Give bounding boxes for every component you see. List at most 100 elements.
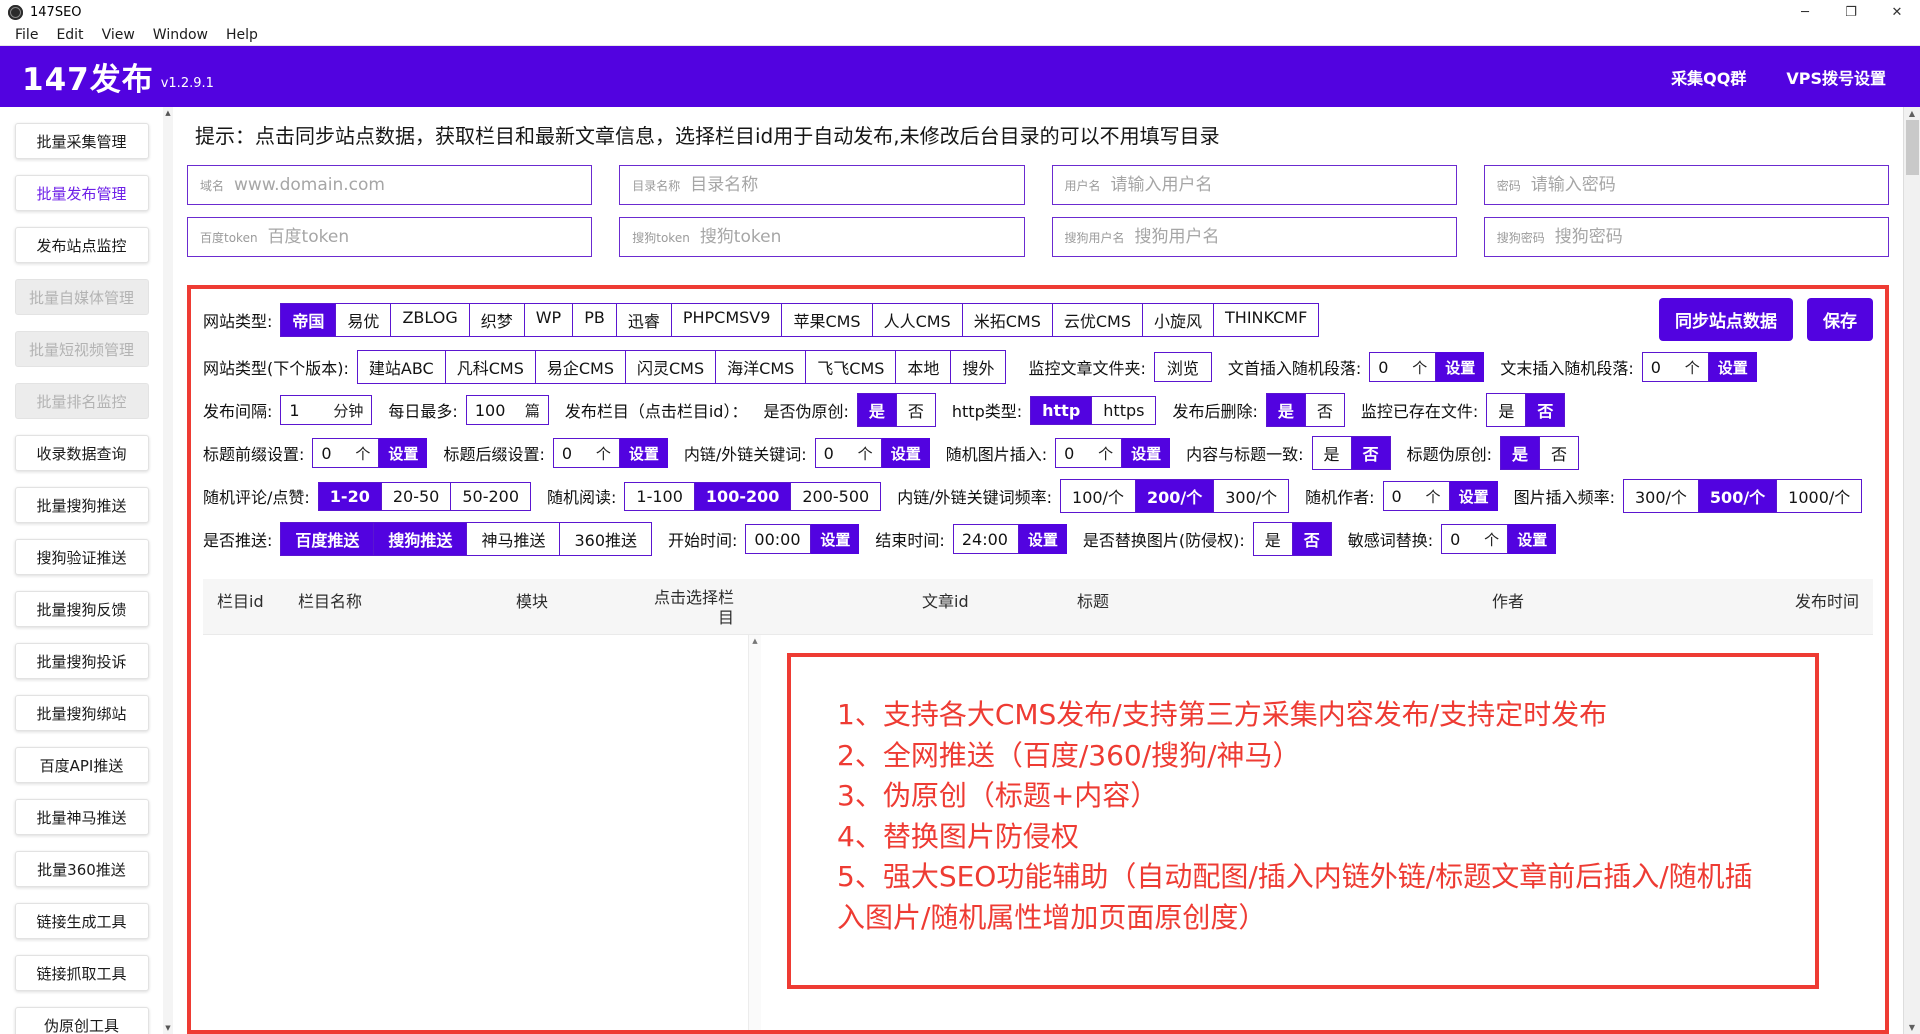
push-option-360[interactable]: 360推送 <box>559 523 651 555</box>
sidebar-item-batch-collect[interactable]: 批量采集管理 <box>14 123 149 159</box>
push-option-shenma[interactable]: 神马推送 <box>466 523 559 555</box>
reads-option[interactable]: 1-100 <box>625 483 694 510</box>
scroll-down-icon[interactable]: ▼ <box>1909 1023 1915 1032</box>
directory-input[interactable] <box>690 175 1012 195</box>
scroll-up-icon[interactable]: ▲ <box>752 637 757 645</box>
content-title-same-yes[interactable]: 是 <box>1313 437 1351 469</box>
para-start-input[interactable] <box>1378 357 1405 377</box>
baidu-token-input[interactable] <box>267 227 580 247</box>
sidebar-item-baidu-api[interactable]: 百度API推送 <box>14 747 149 783</box>
sensitive-input[interactable] <box>1450 529 1477 549</box>
cms-option[interactable]: THINKCMF <box>1213 303 1318 336</box>
cms-option[interactable]: 云优CMS <box>1051 303 1142 336</box>
cms-option[interactable]: 织梦 <box>468 303 524 336</box>
sidebar-item-sogou-complaint[interactable]: 批量搜狗投诉 <box>14 643 149 679</box>
cms-option[interactable]: 易优 <box>335 303 390 336</box>
menu-edit[interactable]: Edit <box>47 27 92 43</box>
cms-next-option[interactable]: 凡科CMS <box>444 351 535 383</box>
keyword-freq-option[interactable]: 300/个 <box>1213 480 1288 512</box>
cms-next-option[interactable]: 海洋CMS <box>715 351 805 383</box>
reads-option[interactable]: 200-500 <box>790 482 880 510</box>
cms-option[interactable]: PB <box>572 303 616 336</box>
https-option[interactable]: https <box>1091 396 1155 424</box>
link-keywords-input[interactable] <box>823 443 850 463</box>
replace-image-yes[interactable]: 是 <box>1254 523 1292 555</box>
domain-input[interactable] <box>234 175 580 195</box>
browse-button[interactable]: 浏览 <box>1153 352 1212 382</box>
title-pseudo-yes[interactable]: 是 <box>1500 437 1539 469</box>
end-time-set-button[interactable]: 设置 <box>1018 524 1067 554</box>
sidebar-item-pseudo-tool[interactable]: 伪原创工具 <box>14 1007 149 1034</box>
push-option-sogou[interactable]: 搜狗推送 <box>373 523 467 555</box>
image-freq-option[interactable]: 300/个 <box>1624 480 1698 512</box>
cms-option[interactable]: ZBLOG <box>390 303 468 336</box>
link-keywords-set-button[interactable]: 设置 <box>881 438 930 468</box>
comments-option[interactable]: 50-200 <box>450 482 530 510</box>
sidebar-item-sogou-feedback[interactable]: 批量搜狗反馈 <box>14 591 149 627</box>
http-option[interactable]: http <box>1031 396 1092 424</box>
title-pseudo-no[interactable]: 否 <box>1539 437 1578 469</box>
sogou-token-field[interactable]: 搜狗token <box>619 217 1025 257</box>
comments-option[interactable]: 1-20 <box>318 482 381 510</box>
cms-option[interactable]: PHPCMSV9 <box>670 303 782 336</box>
sync-site-data-button[interactable]: 同步站点数据 <box>1659 298 1793 341</box>
column-list-area[interactable] <box>203 635 748 1030</box>
menu-file[interactable]: File <box>6 27 47 43</box>
column-header-title[interactable]: 标题 <box>1077 579 1492 628</box>
sidebar-item-shenma-push[interactable]: 批量神马推送 <box>14 799 149 835</box>
vps-settings-button[interactable]: VPS拨号设置 <box>1786 65 1886 89</box>
column-header-author[interactable]: 作者 <box>1492 579 1795 628</box>
column-header-articleid[interactable]: 文章id <box>922 579 1077 628</box>
baidu-token-field[interactable]: 百度token <box>187 217 593 257</box>
start-time-set-button[interactable]: 设置 <box>811 524 860 554</box>
sidebar-item-batch-publish[interactable]: 批量发布管理 <box>14 175 149 211</box>
maximize-button[interactable]: ❐ <box>1828 0 1874 24</box>
scroll-down-icon[interactable]: ▼ <box>165 1023 170 1033</box>
menu-help[interactable]: Help <box>217 27 267 43</box>
column-header-colpick[interactable]: 点击选择栏目 <box>644 579 734 628</box>
replace-image-no[interactable]: 否 <box>1291 523 1331 555</box>
cms-next-option[interactable]: 飞飞CMS <box>805 351 895 383</box>
cms-option[interactable]: WP <box>523 303 572 336</box>
end-time-input[interactable] <box>961 529 1010 549</box>
content-scrollbar-left[interactable]: ▲ ▼ <box>163 107 173 1034</box>
column-header-module[interactable]: 模块 <box>516 579 644 628</box>
title-prefix-input[interactable] <box>321 443 348 463</box>
sogou-password-input[interactable] <box>1554 227 1876 247</box>
username-field[interactable]: 用户名 <box>1051 165 1457 205</box>
sidebar-item-360-push[interactable]: 批量360推送 <box>14 851 149 887</box>
password-input[interactable] <box>1530 175 1876 195</box>
delete-after-yes[interactable]: 是 <box>1266 394 1305 426</box>
title-prefix-set-button[interactable]: 设置 <box>379 438 428 468</box>
interval-input[interactable] <box>289 400 326 420</box>
sogou-username-field[interactable]: 搜狗用户名 <box>1051 217 1457 257</box>
random-image-set-button[interactable]: 设置 <box>1122 438 1171 468</box>
sidebar-item-sogou-verify[interactable]: 搜狗验证推送 <box>14 539 149 575</box>
sidebar-item-link-grab[interactable]: 链接抓取工具 <box>14 955 149 991</box>
sidebar-item-link-generate[interactable]: 链接生成工具 <box>14 903 149 939</box>
close-button[interactable]: ✕ <box>1874 0 1920 24</box>
push-option-baidu[interactable]: 百度推送 <box>281 523 374 555</box>
cms-option[interactable]: 小旋风 <box>1142 303 1213 336</box>
sidebar-item-sogou-push[interactable]: 批量搜狗推送 <box>14 487 149 523</box>
column-header-publish-time[interactable]: 发布时间 <box>1795 579 1873 628</box>
sogou-password-field[interactable]: 搜狗密码 <box>1483 217 1889 257</box>
cms-option[interactable]: 迅睿 <box>615 303 671 336</box>
random-image-input[interactable] <box>1064 443 1091 463</box>
scroll-up-icon[interactable]: ▲ <box>165 108 170 118</box>
cms-option[interactable]: 帝国 <box>281 303 336 336</box>
random-author-set-button[interactable]: 设置 <box>1449 481 1498 511</box>
sensitive-set-button[interactable]: 设置 <box>1508 524 1557 554</box>
column-list-scrollbar[interactable]: ▲ <box>748 635 761 1030</box>
sogou-token-input[interactable] <box>699 227 1012 247</box>
random-author-input[interactable] <box>1391 486 1418 506</box>
reads-option[interactable]: 100-200 <box>693 482 791 510</box>
password-field[interactable]: 密码 <box>1483 165 1889 205</box>
para-end-set-button[interactable]: 设置 <box>1708 352 1757 382</box>
cms-option[interactable]: 米拓CMS <box>961 303 1052 336</box>
cms-next-option[interactable]: 本地 <box>895 351 950 383</box>
cms-next-option[interactable]: 闪灵CMS <box>625 351 715 383</box>
cms-next-option[interactable]: 建站ABC <box>358 351 445 383</box>
title-suffix-input[interactable] <box>561 443 588 463</box>
cms-next-option[interactable]: 易企CMS <box>534 351 625 383</box>
